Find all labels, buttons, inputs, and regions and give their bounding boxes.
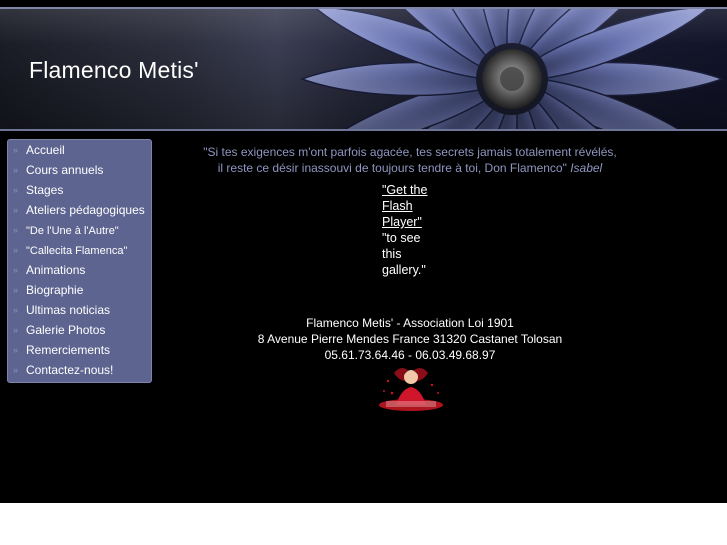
nav-item-ultimas-noticias[interactable]: » Ultimas noticias [8, 300, 151, 320]
nav-item-label: Galerie Photos [26, 323, 106, 337]
double-chevron-right-icon: » [13, 205, 18, 215]
header-banner: Flamenco Metis' [0, 7, 727, 131]
nav-item-label: Biographie [26, 283, 84, 297]
nav-item-label: Cours annuels [26, 163, 104, 177]
sidebar-nav: » Accueil » Cours annuels » Stages » Atelier… [7, 139, 152, 383]
nav-item-contactez-nous[interactable]: » Contactez-nous! [8, 360, 151, 380]
quote-line-1: "Si tes exigences m'ont parfois agacée, … [203, 145, 617, 159]
flash-link-line: Player" [382, 215, 422, 229]
double-chevron-right-icon: » [13, 305, 18, 315]
double-chevron-right-icon: » [13, 225, 18, 235]
association-name: Flamenco Metis' - Association Loi 1901 [306, 316, 514, 330]
flash-text-line: gallery." [382, 263, 426, 277]
double-chevron-right-icon: » [13, 265, 18, 275]
nav-item-label: "De l'Une à l'Autre" [26, 225, 119, 237]
street-address: 8 Avenue Pierre Mendes France 31320 Cast… [257, 332, 563, 346]
double-chevron-right-icon: » [13, 185, 18, 195]
nav-item-label: Remerciements [26, 343, 111, 357]
flash-text-line: this [382, 247, 402, 261]
nav-item-accueil[interactable]: » Accueil [8, 140, 151, 160]
flash-link-line: "Get the [382, 183, 428, 197]
page: Flamenco Metis' » Accueil » Cours annuels … [0, 0, 727, 503]
double-chevron-right-icon: » [13, 245, 18, 255]
nav-item-label: Accueil [26, 143, 65, 157]
flash-gallery-placeholder: "Get the Flash Player" "to see this gall… [382, 182, 442, 278]
get-flash-player-link[interactable]: "Get the Flash Player" [382, 182, 442, 230]
nav-item-stages[interactable]: » Stages [8, 180, 151, 200]
nav-item-label: Ultimas noticias [26, 303, 111, 317]
nav-item-label: "Callecita Flamenca" [26, 245, 128, 257]
double-chevron-right-icon: » [13, 145, 18, 155]
nav-item-galerie-photos[interactable]: » Galerie Photos [8, 320, 151, 340]
flash-link-line: Flash [382, 199, 413, 213]
double-chevron-right-icon: » [13, 345, 18, 355]
nav-item-de-lune-a-lautre[interactable]: » "De l'Une à l'Autre" [8, 220, 151, 240]
nav-item-label: Stages [26, 183, 64, 197]
nav-item-remerciements[interactable]: » Remerciements [8, 340, 151, 360]
nav-item-cours-annuels[interactable]: » Cours annuels [8, 160, 151, 180]
site-title: Flamenco Metis' [29, 57, 199, 83]
intro-quote: "Si tes exigences m'ont parfois agacée, … [160, 144, 660, 176]
double-chevron-right-icon: » [13, 325, 18, 335]
nav-item-ateliers[interactable]: » Ateliers pédagogiques [8, 200, 151, 220]
flamenco-dancer-image [379, 368, 443, 411]
quote-line-2: il reste ce désir inassouvi de toujours … [217, 161, 567, 175]
nav-item-callecita-flamenca[interactable]: » "Callecita Flamenca" [8, 240, 151, 260]
flash-text-line: "to see [382, 231, 421, 245]
association-address: Flamenco Metis' - Association Loi 1901 8… [200, 315, 620, 363]
nav-item-label: Contactez-nous! [26, 363, 114, 377]
nav-item-label: Ateliers pédagogiques [26, 203, 145, 217]
nav-item-label: Animations [26, 263, 86, 277]
nav-item-animations[interactable]: » Animations [8, 260, 151, 280]
quote-author: Isabel [570, 161, 603, 175]
double-chevron-right-icon: » [13, 285, 18, 295]
double-chevron-right-icon: » [13, 365, 18, 375]
nav-item-biographie[interactable]: » Biographie [8, 280, 151, 300]
double-chevron-right-icon: » [13, 165, 18, 175]
